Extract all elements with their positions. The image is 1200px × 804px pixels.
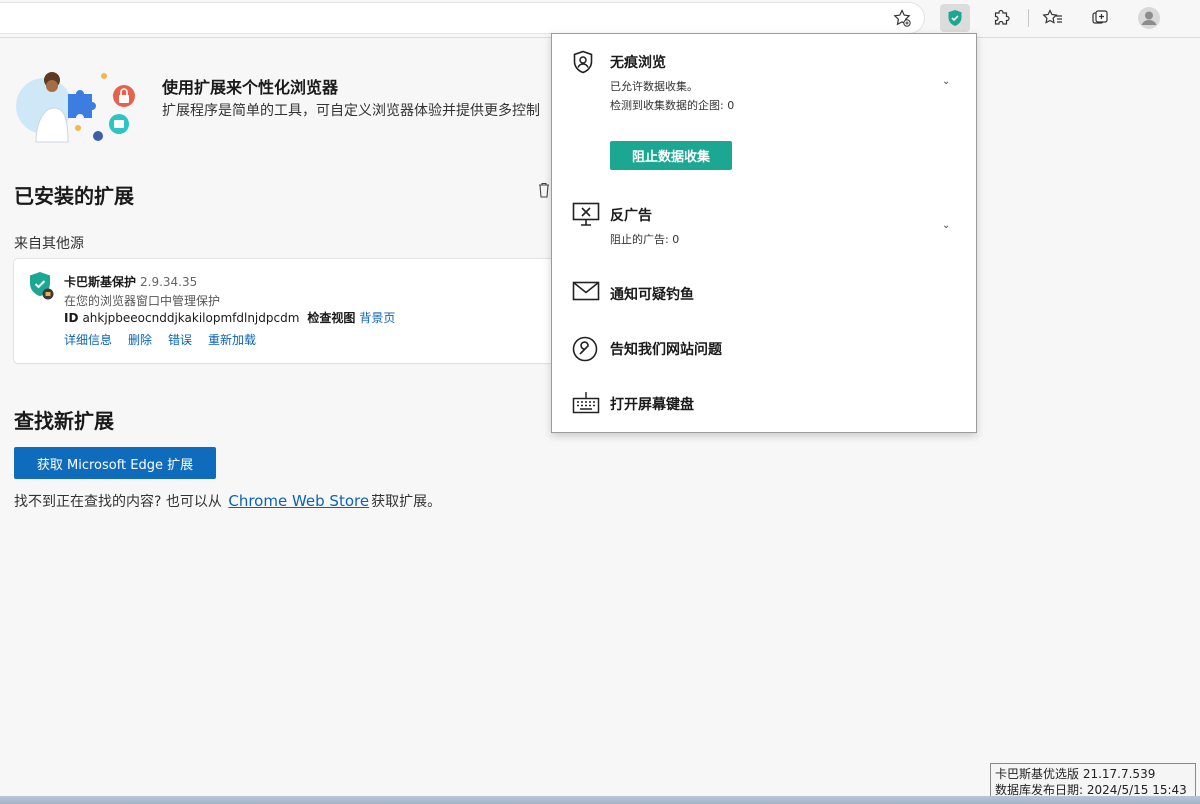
hero-title: 使用扩展来个性化浏览器: [162, 78, 339, 97]
reload-link[interactable]: 重新加载: [208, 333, 256, 347]
block-data-collection-button[interactable]: 阻止数据收集: [610, 141, 732, 170]
status-version: 卡巴斯基优选版 21.17.7.539: [995, 767, 1156, 781]
address-bar[interactable]: [0, 3, 924, 33]
chrome-web-store-line: 找不到正在查找的内容? 也可以从 Chrome Web Store 获取扩展。: [14, 491, 441, 511]
background-page-link[interactable]: 背景页: [359, 311, 395, 325]
extension-name: 卡巴斯基保护 2.9.34.35: [64, 273, 197, 290]
collections-icon[interactable]: [1085, 4, 1115, 32]
installed-extensions-heading: 已安装的扩展: [14, 184, 134, 208]
private-browsing-status: 已允许数据收集。: [610, 80, 698, 93]
trash-icon[interactable]: [538, 182, 550, 202]
get-edge-extensions-button[interactable]: 获取 Microsoft Edge 扩展: [14, 447, 216, 479]
details-link[interactable]: 详细信息: [64, 333, 112, 347]
errors-link[interactable]: 错误: [168, 333, 192, 347]
kaspersky-extension-icon[interactable]: [940, 4, 970, 32]
private-browsing-title[interactable]: 无痕浏览: [610, 52, 666, 72]
favorites-icon[interactable]: [1038, 4, 1068, 32]
report-site-issue-item[interactable]: 告知我们网站问题: [610, 339, 722, 359]
extension-actions: 详细信息 删除 错误 重新加载: [64, 331, 272, 348]
extension-version: 2.9.34.35: [140, 275, 198, 289]
kaspersky-shield-icon: [28, 271, 56, 305]
find-extensions-heading: 查找新扩展: [14, 409, 114, 433]
cws-suffix: 获取扩展。: [371, 494, 442, 510]
chevron-down-icon[interactable]: ⌄: [942, 76, 950, 87]
remove-link[interactable]: 删除: [128, 333, 152, 347]
onscreen-keyboard-item[interactable]: 打开屏幕键盘: [610, 394, 694, 414]
extensions-puzzle-icon[interactable]: [987, 4, 1017, 32]
profile-avatar-icon[interactable]: [1134, 4, 1164, 32]
source-label: 来自其他源: [14, 236, 84, 252]
extension-id-label: ID: [64, 311, 79, 325]
private-browsing-detected: 检测到收集数据的企图: 0: [610, 99, 735, 112]
chevron-down-icon[interactable]: ⌄: [942, 220, 950, 231]
wrench-icon: [572, 336, 598, 366]
extension-id-row: ID ahkjpbeeocnddjkakilopmfdlnjdpcdm 检查视图 背景…: [64, 309, 395, 326]
keyboard-icon: [572, 391, 600, 419]
hero-description: 扩展程序是简单的工具，可自定义浏览器体验并提供更多控制: [162, 103, 540, 119]
taskbar: [0, 796, 1200, 804]
inspect-views-label: 检查视图: [307, 311, 356, 325]
anti-banner-title[interactable]: 反广告: [610, 205, 652, 225]
extension-name-text: 卡巴斯基保护: [64, 275, 137, 289]
add-favorite-icon[interactable]: [887, 4, 917, 32]
report-phishing-item[interactable]: 通知可疑钓鱼: [610, 284, 694, 304]
extension-description: 在您的浏览器窗口中管理保护: [64, 294, 221, 308]
extension-id-value: ahkjpbeeocnddjkakilopmfdlnjdpcdm: [82, 311, 300, 325]
cws-prefix: 找不到正在查找的内容? 也可以从: [14, 494, 222, 510]
toolbar-divider: [1028, 9, 1029, 27]
anti-banner-blocked: 阻止的广告: 0: [610, 233, 680, 246]
anti-banner-icon: [572, 202, 600, 232]
extensions-illustration: [14, 66, 144, 146]
kaspersky-popup: 无痕浏览 已允许数据收集。 检测到收集数据的企图: 0 ⌄ 阻止数据收集 反广告…: [551, 33, 977, 433]
extension-card: 卡巴斯基保护 2.9.34.35 在您的浏览器窗口中管理保护 ID ahkjpbee…: [14, 259, 562, 363]
private-browsing-icon: [572, 50, 594, 78]
envelope-icon: [572, 281, 600, 307]
chrome-web-store-link[interactable]: Chrome Web Store: [228, 492, 369, 510]
kaspersky-status-tooltip: 卡巴斯基优选版 21.17.7.539 数据库发布日期: 2024/5/15 1…: [990, 763, 1196, 799]
